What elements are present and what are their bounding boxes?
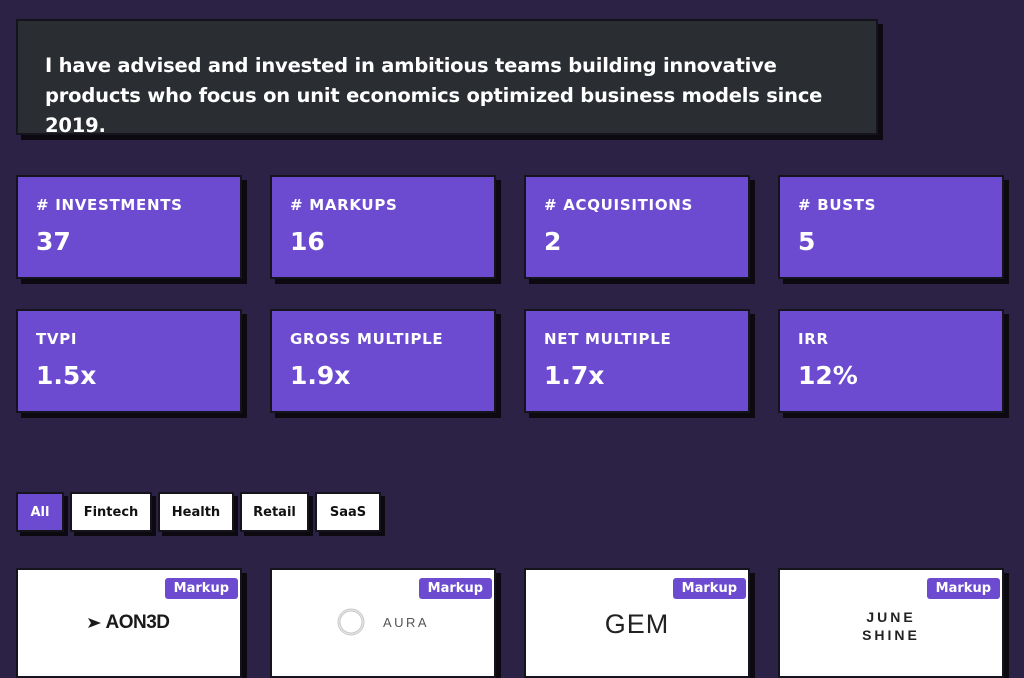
stat-label: # INVESTMENTS [36, 196, 183, 214]
stat-gross-multiple: GROSS MULTIPLE 1.9x [270, 309, 496, 413]
aura-logo: AURA [272, 608, 494, 636]
category-filter-bar: All Fintech Health Retail SaaS [16, 492, 387, 532]
filter-saas[interactable]: SaaS [315, 492, 381, 532]
markup-badge: Markup [164, 578, 238, 599]
company-card-aura[interactable]: Markup AURA [270, 568, 496, 678]
stat-investments: # INVESTMENTS 37 [16, 175, 242, 279]
aon3d-chevron-icon [88, 618, 102, 628]
stat-acquisitions: # ACQUISITIONS 2 [524, 175, 750, 279]
stat-value: 1.7x [544, 361, 605, 390]
stat-label: GROSS MULTIPLE [290, 330, 444, 348]
stat-value: 2 [544, 227, 562, 256]
stat-label: NET MULTIPLE [544, 330, 672, 348]
stat-markups: # MARKUPS 16 [270, 175, 496, 279]
stat-value: 12% [798, 361, 858, 390]
filter-retail[interactable]: Retail [240, 492, 309, 532]
company-card-gem[interactable]: Markup GEM [524, 568, 750, 678]
stat-value: 1.9x [290, 361, 351, 390]
aon3d-logo-text: AON3D [105, 612, 170, 633]
stat-label: TVPI [36, 330, 78, 348]
stat-label: IRR [798, 330, 829, 348]
stat-label: # MARKUPS [290, 196, 398, 214]
stat-tvpi: TVPI 1.5x [16, 309, 242, 413]
company-card-juneshine[interactable]: Markup JUNE SHINE [778, 568, 1004, 678]
stat-value: 1.5x [36, 361, 97, 390]
stat-value: 16 [290, 227, 325, 256]
intro-banner: I have advised and invested in ambitious… [16, 19, 878, 137]
intro-text: I have advised and invested in ambitious… [45, 54, 823, 137]
stat-label: # ACQUISITIONS [544, 196, 694, 214]
markup-badge: Markup [418, 578, 492, 599]
filter-health[interactable]: Health [158, 492, 234, 532]
stat-net-multiple: NET MULTIPLE 1.7x [524, 309, 750, 413]
filter-all[interactable]: All [16, 492, 64, 532]
gem-logo: GEM [604, 609, 670, 639]
aon3d-logo: AON3D [18, 612, 240, 634]
stat-value: 37 [36, 227, 71, 256]
filter-fintech[interactable]: Fintech [70, 492, 152, 532]
markup-badge: Markup [926, 578, 1000, 599]
stat-value: 5 [798, 227, 816, 256]
stat-irr: IRR 12% [778, 309, 1004, 413]
aura-logo-text: AURA [382, 614, 430, 630]
aura-ring-icon [337, 608, 365, 636]
company-card-aon3d[interactable]: Markup AON3D [16, 568, 242, 678]
stat-busts: # BUSTS 5 [778, 175, 1004, 279]
markup-badge: Markup [672, 578, 746, 599]
juneshine-logo: JUNE SHINE [862, 609, 920, 643]
stat-label: # BUSTS [798, 196, 877, 214]
